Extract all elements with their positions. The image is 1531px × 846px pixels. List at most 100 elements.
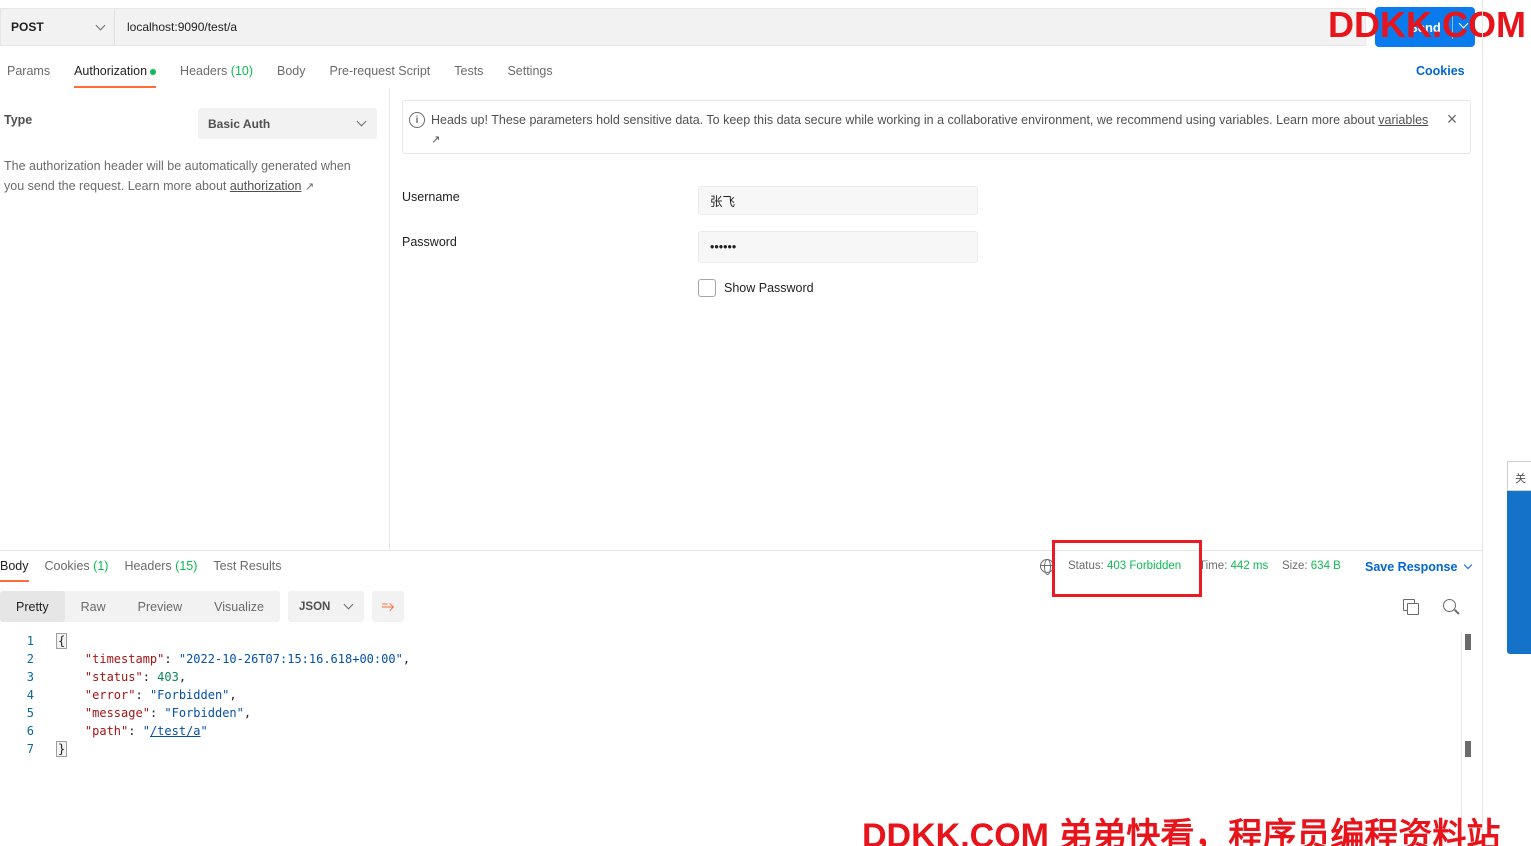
json-string: "/test/a" — [142, 724, 208, 738]
request-tabs: Params Authorization Headers (10) Body P… — [0, 56, 1482, 88]
size-label: Size: — [1282, 560, 1308, 572]
code-line: 2 "timestamp": "2022-10-26T07:15:16.618+… — [0, 650, 410, 668]
method-select[interactable]: POST — [1, 9, 115, 45]
time-badge[interactable]: Time: 442 ms — [1199, 560, 1268, 572]
copy-icon[interactable] — [1403, 599, 1419, 615]
line-number: 4 — [26, 688, 34, 702]
external-link-icon: ↗ — [304, 181, 315, 193]
response-tab-body[interactable]: Body — [0, 557, 37, 582]
code-line: 1{ — [0, 632, 410, 650]
auth-description: The authorization header will be automat… — [4, 156, 374, 197]
tab-tests[interactable]: Tests — [442, 56, 495, 88]
response-divider[interactable] — [0, 550, 1482, 551]
brace-close: } — [56, 741, 68, 757]
show-password-row[interactable]: Show Password — [698, 279, 814, 297]
code-text: } — [36, 741, 68, 757]
tab-label: Params — [7, 64, 51, 78]
response-view-group: Pretty Raw Preview Visualize — [0, 591, 280, 622]
response-tabs: Body Cookies (1) Headers (15) Test Resul… — [0, 557, 290, 582]
code-text: "timestamp": "2022-10-26T07:15:16.618+00… — [84, 652, 411, 666]
json-string: "2022-10-26T07:15:16.618+00:00" — [178, 652, 403, 666]
sensitive-data-alert: i Heads up! These parameters hold sensit… — [402, 100, 1471, 154]
authorization-link[interactable]: authorization — [230, 179, 302, 193]
time-label: Time: — [1199, 560, 1228, 572]
side-widget-label[interactable]: 关 — [1507, 461, 1531, 491]
response-tab-test-results[interactable]: Test Results — [205, 557, 289, 579]
show-password-checkbox[interactable] — [698, 279, 716, 297]
time-value: 442 ms — [1230, 560, 1269, 572]
view-raw-button[interactable]: Raw — [65, 591, 122, 622]
save-response-button[interactable]: Save Response — [1365, 560, 1473, 574]
cookies-link[interactable]: Cookies — [1416, 64, 1465, 78]
line-number: 5 — [26, 706, 34, 720]
variables-link[interactable]: variables — [1378, 113, 1428, 127]
tab-label: Authorization — [74, 64, 148, 78]
line-number: 2 — [26, 652, 34, 666]
tab-headers[interactable]: Headers (10) — [168, 56, 265, 88]
json-string: "Forbidden" — [149, 688, 230, 702]
tab-label: Headers — [180, 64, 228, 78]
response-body-code[interactable]: 1{ 2 "timestamp": "2022-10-26T07:15:16.6… — [0, 632, 410, 758]
tab-label: Settings — [507, 64, 553, 78]
wrap-lines-button[interactable]: ⥱ — [372, 591, 404, 622]
format-select[interactable]: JSON — [288, 591, 364, 622]
code-line: 3 "status": 403, — [0, 668, 410, 686]
scrollbar-thumb[interactable] — [1465, 634, 1471, 650]
json-string: "Forbidden" — [164, 706, 244, 720]
tab-label: Headers — [124, 559, 172, 573]
tab-params[interactable]: Params — [0, 56, 62, 88]
username-input[interactable]: 张飞 — [698, 186, 978, 215]
view-visualize-button[interactable]: Visualize — [198, 591, 280, 622]
response-tab-cookies[interactable]: Cookies (1) — [37, 557, 117, 579]
tab-body[interactable]: Body — [265, 56, 318, 88]
line-number: 3 — [26, 670, 34, 684]
tab-label: Test Results — [213, 559, 282, 573]
line-number: 6 — [26, 724, 34, 738]
wrap-lines-icon: ⥱ — [381, 597, 395, 615]
code-text: "path": "/test/a" — [84, 724, 208, 738]
type-label: Type — [4, 113, 33, 127]
line-number: 7 — [26, 742, 34, 756]
view-preview-button[interactable]: Preview — [122, 591, 198, 622]
external-link-icon: ↗ — [431, 134, 441, 146]
method-label: POST — [11, 20, 44, 34]
auth-type-panel: Type Basic Auth The authorization header… — [0, 88, 390, 550]
tab-pre-request-script[interactable]: Pre-request Script — [318, 56, 443, 88]
json-key: "status" — [84, 670, 143, 684]
size-value: 634 B — [1310, 560, 1341, 572]
tab-authorization[interactable]: Authorization — [62, 56, 168, 88]
info-icon: i — [409, 112, 425, 128]
json-key: "path" — [84, 724, 129, 738]
code-line: 5 "message": "Forbidden", — [0, 704, 410, 722]
chevron-down-icon — [343, 599, 354, 610]
username-label: Username — [402, 190, 460, 204]
alert-text: Heads up! These parameters hold sensitiv… — [431, 113, 1379, 127]
size-badge[interactable]: Size: 634 B — [1282, 560, 1341, 572]
json-key: "timestamp" — [84, 652, 165, 666]
auth-type-select[interactable]: Basic Auth — [198, 108, 377, 139]
search-icon[interactable] — [1443, 599, 1459, 615]
password-input[interactable]: •••••• — [698, 231, 978, 263]
side-floating-widget[interactable]: 关 — [1507, 461, 1531, 654]
path-link[interactable]: /test/a — [150, 724, 201, 738]
json-key: "error" — [84, 688, 136, 702]
close-icon[interactable]: × — [1444, 110, 1460, 128]
tab-count: (10) — [230, 64, 254, 78]
scrollbar-marker[interactable] — [1465, 741, 1471, 757]
chevron-down-icon — [95, 20, 106, 30]
show-password-label: Show Password — [724, 281, 814, 295]
tab-count: (1) — [93, 559, 109, 573]
tab-count: (15) — [175, 559, 198, 573]
view-pretty-button[interactable]: Pretty — [0, 591, 65, 622]
auth-type-value: Basic Auth — [208, 116, 271, 131]
chevron-down-icon — [356, 116, 367, 127]
tab-settings[interactable]: Settings — [495, 56, 564, 88]
url-input[interactable]: localhost:9090/test/a — [115, 9, 1365, 45]
tab-label: Body — [277, 64, 306, 78]
right-rail-divider — [1482, 0, 1483, 846]
watermark-top: DDKK.COM — [1328, 4, 1526, 45]
tab-label: Body — [0, 559, 29, 573]
status-dot-icon — [150, 68, 157, 75]
response-tab-headers[interactable]: Headers (15) — [116, 557, 205, 579]
line-number: 1 — [26, 634, 34, 648]
